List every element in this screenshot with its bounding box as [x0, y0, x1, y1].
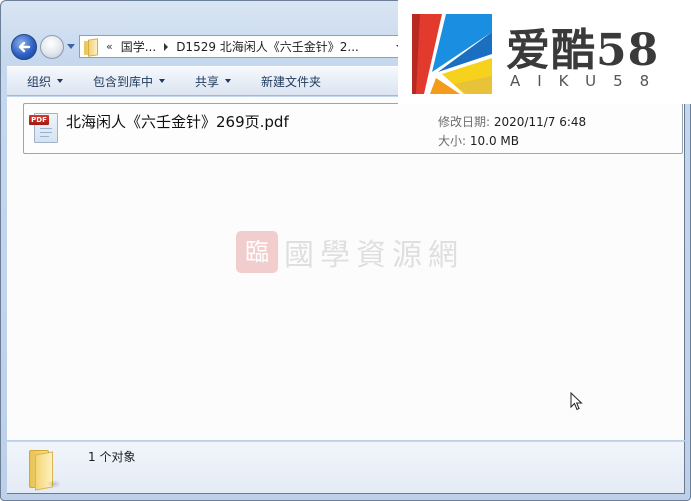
- share-label: 共享: [195, 74, 220, 89]
- watermark: 臨 國學資源網: [236, 230, 464, 274]
- include-in-library-label: 包含到库中: [93, 74, 154, 89]
- include-in-library-button[interactable]: 包含到库中: [93, 73, 166, 90]
- aiku58-logo-icon: [412, 14, 492, 94]
- breadcrumb-segment[interactable]: 国学...: [121, 38, 156, 55]
- folder-icon: [84, 39, 98, 55]
- share-button[interactable]: 共享: [195, 73, 232, 90]
- organize-button[interactable]: 组织: [27, 73, 64, 90]
- organize-label: 组织: [27, 74, 52, 89]
- breadcrumb-separator-icon[interactable]: [164, 42, 169, 51]
- back-arrow-icon: [18, 41, 31, 53]
- watermark-text: 國學資源網: [284, 238, 464, 273]
- address-bar[interactable]: « 国学... D1529 北海闲人《六壬金针》2...: [79, 35, 409, 58]
- back-button[interactable]: [11, 34, 37, 60]
- mouse-cursor-icon: [570, 392, 583, 411]
- modified-label: 修改日期:: [438, 115, 491, 129]
- recent-pages-dropdown[interactable]: [67, 44, 75, 49]
- modified-value: 2020/11/7 6:48: [493, 115, 587, 129]
- file-list-pane[interactable]: PDF 北海闲人《六壬金针》269页.pdf 修改日期: 2020/11/7 6…: [7, 97, 685, 440]
- chevron-down-icon: [159, 79, 166, 83]
- chevron-down-icon: [225, 79, 232, 83]
- breadcrumb-segment[interactable]: D1529 北海闲人《六壬金针》2...: [176, 38, 359, 55]
- folder-icon: [27, 448, 61, 491]
- watermark-seal-icon: 臨: [236, 231, 278, 273]
- overflow-chevron[interactable]: «: [106, 40, 113, 53]
- pdf-file-icon: PDF: [29, 111, 59, 145]
- aiku58-logo: 爱酷58 AIKU58: [398, 0, 691, 104]
- logo-subtitle: AIKU58: [510, 72, 667, 90]
- pdf-badge: PDF: [29, 115, 49, 125]
- forward-button[interactable]: [40, 35, 64, 59]
- file-item[interactable]: PDF 北海闲人《六壬金针》269页.pdf 修改日期: 2020/11/7 6…: [23, 103, 683, 154]
- chevron-down-icon: [57, 79, 64, 83]
- item-count: 1 个对象: [88, 450, 136, 464]
- modified-date: 修改日期: 2020/11/7 6:48: [438, 113, 586, 130]
- size-value: 10.0 MB: [469, 134, 519, 148]
- new-folder-label: 新建文件夹: [261, 74, 322, 89]
- logo-title: 爱酷58: [506, 25, 660, 76]
- size-label: 大小:: [438, 134, 467, 148]
- file-name[interactable]: 北海闲人《六壬金针》269页.pdf: [66, 111, 289, 132]
- details-pane: 1 个对象: [7, 441, 685, 494]
- new-folder-button[interactable]: 新建文件夹: [261, 73, 321, 90]
- file-size: 大小: 10.0 MB: [438, 132, 519, 149]
